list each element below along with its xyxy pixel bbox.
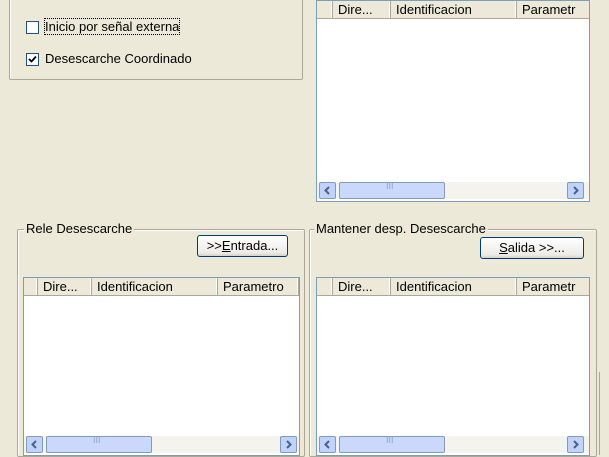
scroll-thumb[interactable]: III <box>339 181 445 199</box>
rele-list-header: Dire... Identificacion Parametro <box>24 278 299 296</box>
mantener-list-view[interactable]: Dire... Identificacion Parametr III <box>316 277 590 456</box>
rele-desescarche-title: Rele Desescarche <box>24 221 135 236</box>
grip-icon: III <box>386 435 394 445</box>
top-list-hscrollbar[interactable]: III <box>317 181 589 199</box>
mantener-list-header: Dire... Identificacion Parametr <box>317 278 589 296</box>
col-direccion[interactable]: Dire... <box>333 278 391 295</box>
col-parametro[interactable]: Parametr <box>517 1 589 18</box>
scroll-right-button[interactable] <box>567 182 584 199</box>
scroll-right-button[interactable] <box>567 436 584 453</box>
right-edge-divider <box>599 372 600 455</box>
col-identificacion[interactable]: Identificacion <box>391 278 517 295</box>
chevron-right-icon <box>573 186 579 195</box>
scroll-thumb[interactable]: III <box>46 435 152 453</box>
entrada-button[interactable]: >>Entrada... <box>197 235 288 257</box>
col-spacer <box>317 278 333 295</box>
scroll-right-button[interactable] <box>280 436 297 453</box>
col-identificacion[interactable]: Identificacion <box>391 1 517 18</box>
options-group <box>9 0 303 80</box>
col-spacer <box>317 1 333 18</box>
chevron-left-icon <box>324 186 330 195</box>
grip-icon: III <box>93 435 101 445</box>
rele-list-view[interactable]: Dire... Identificacion Parametro III <box>23 277 300 456</box>
top-list-view[interactable]: Dire... Identificacion Parametr III <box>316 0 590 202</box>
col-spacer <box>24 278 38 295</box>
chevron-left-icon <box>31 440 37 449</box>
top-list-header: Dire... Identificacion Parametr <box>317 1 589 19</box>
coordinated-label[interactable]: Desescarche Coordinado <box>45 51 192 66</box>
scroll-left-button[interactable] <box>26 436 43 453</box>
chevron-left-icon <box>324 440 330 449</box>
scroll-left-button[interactable] <box>319 182 336 199</box>
col-direccion[interactable]: Dire... <box>38 278 92 295</box>
salida-button[interactable]: Salida >>... <box>480 237 584 259</box>
col-parametro[interactable]: Parametro <box>218 278 299 295</box>
scroll-thumb[interactable]: III <box>339 435 445 453</box>
rele-list-hscrollbar[interactable]: III <box>24 435 299 453</box>
mantener-list-hscrollbar[interactable]: III <box>317 435 589 453</box>
chevron-right-icon <box>286 440 292 449</box>
checkmark-icon <box>28 55 37 63</box>
mantener-title: Mantener desp. Desescarche <box>314 221 488 236</box>
coordinated-checkbox[interactable] <box>26 53 39 66</box>
col-parametro[interactable]: Parametr <box>517 278 589 295</box>
external-signal-label[interactable]: Inicio por señal externa <box>43 18 181 35</box>
scroll-left-button[interactable] <box>319 436 336 453</box>
col-direccion[interactable]: Dire... <box>333 1 391 18</box>
chevron-right-icon <box>573 440 579 449</box>
col-identificacion[interactable]: Identificacion <box>92 278 218 295</box>
external-signal-checkbox[interactable] <box>26 21 39 34</box>
grip-icon: III <box>386 181 394 191</box>
